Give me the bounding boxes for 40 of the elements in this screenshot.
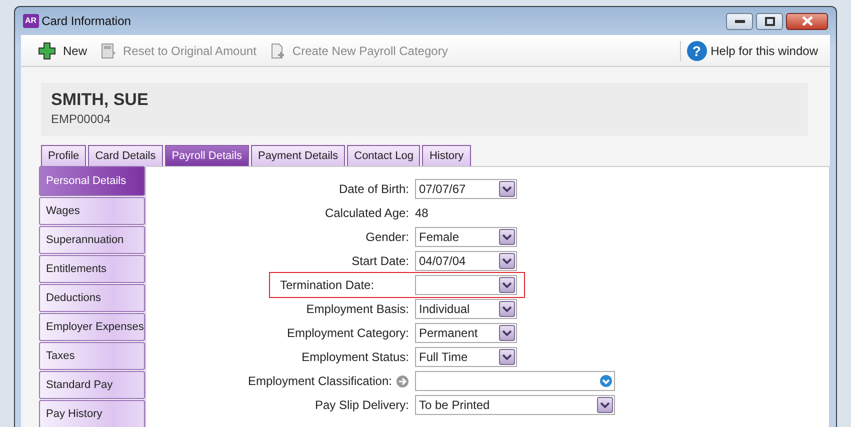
sidebar-item[interactable]: Deductions — [39, 284, 145, 312]
field-label: Employment Classification: — [248, 373, 392, 390]
dropdown-field[interactable]: Female — [415, 227, 517, 248]
sidebar-item[interactable]: Entitlements — [39, 255, 145, 284]
sidebar-item[interactable]: Superannuation — [39, 226, 145, 254]
tab[interactable]: Card Details — [88, 144, 163, 166]
tab[interactable]: Payment Details — [251, 144, 346, 166]
help-button[interactable]: ? Help for this window — [680, 40, 818, 60]
sidebar-item[interactable]: Taxes — [39, 342, 145, 370]
employee-id: EMP00004 — [51, 110, 112, 128]
field-label: Employment Basis: — [306, 301, 409, 318]
sidebar-item[interactable]: Wages — [39, 197, 145, 226]
dropdown-field[interactable]: 04/07/04 — [415, 251, 517, 272]
field-label: Employment Category: — [286, 325, 409, 342]
dropdown-field[interactable]: Permanent — [415, 323, 517, 344]
tab[interactable]: Contact Log — [347, 144, 420, 166]
sidebar-item[interactable]: Pay History — [39, 400, 145, 427]
field-label: Calculated Age: — [324, 205, 409, 222]
sidebar-item[interactable]: Employer Expenses — [39, 313, 145, 342]
help-icon: ? — [686, 40, 707, 60]
dropdown-field[interactable]: To be Printed — [415, 395, 615, 416]
tab[interactable]: History — [422, 144, 471, 166]
field-value: 48 — [415, 205, 428, 222]
dropdown-field[interactable]: 07/07/67 — [415, 179, 517, 200]
dropdown-field[interactable]: Individual — [415, 299, 517, 320]
app-logo: AR — [23, 14, 39, 28]
field-label: Start Date: — [352, 253, 409, 270]
field-label: Gender: — [366, 229, 409, 246]
field-label: Termination Date: — [280, 277, 374, 294]
sidebar-item[interactable]: Standard Pay — [39, 371, 145, 400]
field-label: Pay Slip Delivery: — [314, 397, 409, 414]
toolbar-button[interactable]: New — [33, 40, 92, 60]
field-label: Employment Status: — [302, 349, 409, 366]
dropdown-field[interactable]: Full Time — [415, 347, 517, 368]
sidebar-item[interactable]: Personal Details — [39, 166, 145, 196]
window-title: Card Information — [42, 13, 131, 30]
employee-name: SMITH, SUE — [51, 91, 150, 110]
tab[interactable]: Profile — [41, 144, 86, 166]
tab[interactable]: Payroll Details — [164, 144, 250, 166]
field-label: Date of Birth: — [338, 181, 409, 198]
